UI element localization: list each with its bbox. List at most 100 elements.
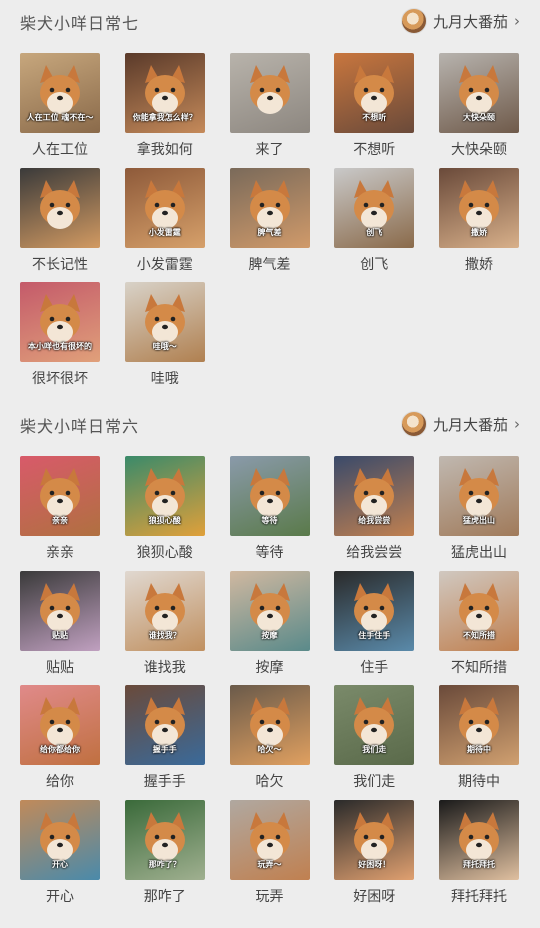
shiba-dog-icon [354,582,395,632]
sticker-item[interactable]: 你能拿我怎么样？ 拿我如何 [124,53,205,159]
sticker-thumbnail: 创飞 [334,167,415,248]
sticker-item[interactable]: 玩弄～ 玩弄 [229,799,310,906]
sticker-label: 猛虎出山 [451,545,507,561]
author-link[interactable]: 九月大番茄 › [400,8,520,34]
author-avatar [400,411,427,437]
sticker-caption: 贴贴 [52,630,68,640]
sticker-caption: 谁找我？ [148,630,181,640]
shiba-dog-icon [459,468,499,517]
sticker-item[interactable]: 哇哦～ 哇哦 [124,282,205,388]
sticker-caption: 开心 [52,859,68,869]
sticker-thumbnail: 猛虎出山 [439,456,519,536]
shiba-dog-icon [459,65,499,114]
sticker-item[interactable]: 握手手 握手手 [124,685,205,791]
sticker-label: 很坏很坏 [32,371,88,387]
sticker-label: 握手手 [143,774,186,790]
sticker-caption: 猛虎出山 [463,516,495,525]
sticker-caption: 给我尝尝 [358,516,391,525]
sticker-item[interactable]: 人在工位 魂不在～ 人在工位 [20,53,100,159]
sticker-item[interactable]: 不长记性 [20,167,100,274]
sticker-item[interactable]: 来了 [229,53,310,159]
sticker-caption: 狼狈心酸 [148,516,181,525]
pack-title: 柴犬小咩日常六 [20,417,140,436]
sticker-item[interactable]: 给我尝尝 给我尝尝 [334,456,415,562]
sticker-item[interactable]: 不知所措 不知所措 [439,570,519,677]
sticker-item[interactable]: 不想听 不想听 [334,53,415,159]
sticker-thumbnail: 握手手 [124,685,205,765]
sticker-label: 撒娇 [465,256,493,273]
sticker-thumbnail: 谁找我？ [124,570,205,651]
section-header: 柴犬小咩日常六 九月大番茄 › [0,403,540,447]
sticker-caption: 不想听 [362,113,387,122]
sticker-label: 开心 [46,888,74,905]
sticker-item[interactable]: 小发雷霆 小发雷霆 [124,167,205,274]
shiba-dog-icon [459,811,499,861]
shiba-dog-icon [249,582,290,632]
sticker-item[interactable]: 期待中 期待中 [439,685,519,791]
sticker-item[interactable]: 拜托拜托 拜托拜托 [439,799,519,906]
sticker-thumbnail: 大快朵颐 [439,53,519,133]
shiba-dog-icon [144,179,185,229]
sticker-thumbnail: 本小咩也有很坏的 [20,282,100,362]
author-name: 九月大番茄 [432,12,508,31]
sticker-item[interactable]: 贴贴 贴贴 [20,570,100,677]
sticker-item[interactable]: 撒娇 撒娇 [439,167,519,274]
sticker-label: 狼狈心酸 [136,545,193,561]
sticker-label: 我们走 [353,774,396,790]
sticker-caption: 亲亲 [52,516,68,525]
sticker-item[interactable]: 给你都给你 给你 [20,685,100,791]
shiba-dog-icon [144,65,185,114]
sticker-item[interactable]: 那咋了？ 那咋了 [124,799,205,906]
sticker-thumbnail: 贴贴 [20,570,100,651]
sticker-label: 按摩 [255,659,284,676]
sticker-item[interactable]: 好困呀！ 好困呀 [334,799,415,906]
shiba-dog-icon [249,468,290,517]
section-header: 柴犬小咩日常七 九月大番茄 › [0,0,540,44]
sticker-item[interactable]: 我们走 我们走 [334,685,415,791]
sticker-label: 来了 [255,142,284,158]
sticker-thumbnail: 开心 [20,799,100,880]
sticker-label: 那咋了 [143,888,186,905]
sticker-caption: 握手手 [152,745,177,754]
pack-title: 柴犬小咩日常七 [20,14,140,33]
sticker-thumbnail: 狼狈心酸 [124,456,205,536]
sticker-thumbnail: 小发雷霆 [124,167,205,248]
sticker-caption: 哈欠～ [257,745,282,754]
shiba-dog-icon [249,179,290,229]
sticker-pack-section-2: 柴犬小咩日常六 九月大番茄 › 亲亲 亲亲 狼狈心酸 狼狈心酸 等待 等待 给我尝尝 给我尝尝… [0,403,540,905]
author-avatar [400,8,427,34]
chevron-right-icon: › [514,12,520,30]
sticker-label: 不长记性 [32,256,88,273]
sticker-label: 期待中 [458,774,500,790]
sticker-label: 玩弄 [255,888,284,905]
sticker-caption: 不知所措 [463,630,495,640]
sticker-caption: 好困呀！ [358,859,391,869]
sticker-item[interactable]: 住手住手 住手 [334,570,415,677]
shiba-dog-icon [40,811,80,861]
sticker-label: 等待 [255,545,284,561]
sticker-label: 好困呀 [353,888,396,905]
sticker-item[interactable]: 等待 等待 [229,456,310,562]
sticker-label: 亲亲 [46,545,74,561]
sticker-item[interactable]: 按摩 按摩 [229,570,310,677]
sticker-item[interactable]: 狼狈心酸 狼狈心酸 [124,456,205,562]
author-link[interactable]: 九月大番茄 › [400,411,520,437]
sticker-caption: 创飞 [366,227,383,237]
sticker-item[interactable]: 亲亲 亲亲 [20,456,100,562]
sticker-thumbnail: 给你都给你 [20,685,100,765]
sticker-thumbnail: 期待中 [439,685,519,765]
sticker-caption: 玩弄～ [257,859,282,869]
sticker-item[interactable]: 谁找我？ 谁找我 [124,570,205,677]
sticker-item[interactable]: 脾气差 脾气差 [229,167,310,274]
sticker-item[interactable]: 猛虎出山 猛虎出山 [439,456,519,562]
sticker-item[interactable]: 哈欠～ 哈欠 [229,685,310,791]
sticker-caption: 那咋了？ [148,859,181,869]
sticker-item[interactable]: 本小咩也有很坏的很坏很坏 [20,282,100,388]
sticker-label: 不知所措 [451,659,507,676]
sticker-label: 哈欠 [255,774,284,790]
sticker-thumbnail [20,167,100,248]
sticker-item[interactable]: 大快朵颐 大快朵颐 [439,53,519,159]
sticker-caption: 小发雷霆 [148,227,181,237]
sticker-item[interactable]: 开心 开心 [20,799,100,906]
sticker-item[interactable]: 创飞 创飞 [334,167,415,274]
